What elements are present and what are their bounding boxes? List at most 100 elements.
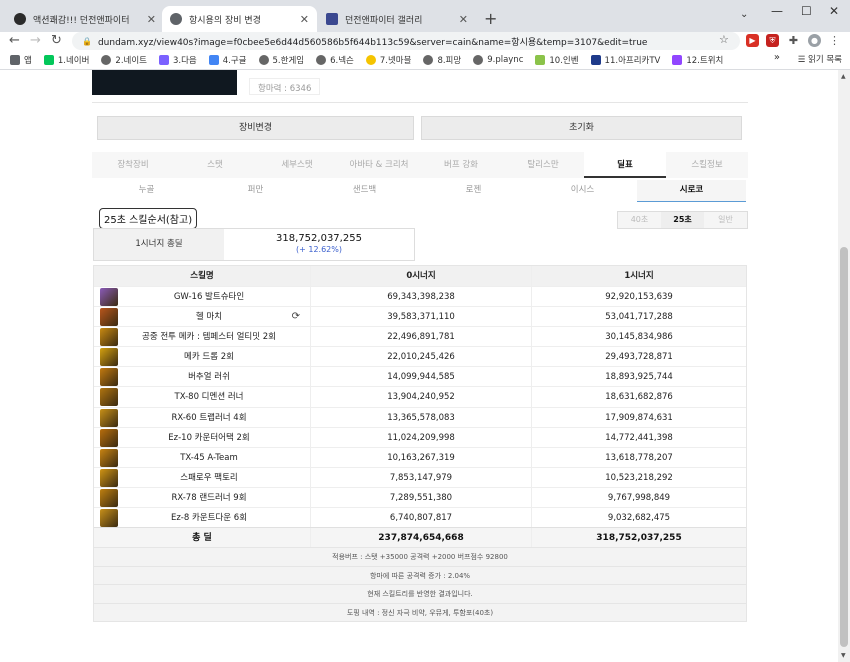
bookmarks-overflow-icon[interactable]: » [774, 52, 780, 63]
dungeon-tabs: 누골 퍼만 샌드백 로젠 이시스 시로코 [92, 180, 748, 202]
globe-icon [101, 54, 112, 65]
skill-name-cell: 공중 전투 메카 : 템페스터 얼티밋 2회 [94, 327, 310, 347]
tab-favicon-icon [14, 13, 26, 25]
skill-name-cell: RX-60 트랩러너 4회 [94, 408, 310, 427]
bookmark-item[interactable]: 6.넥슨 [316, 54, 354, 66]
bookmark-item[interactable]: 11.아프리카TV [590, 54, 660, 66]
bookmark-item[interactable]: 8.피망 [423, 54, 461, 66]
google-icon [208, 54, 219, 65]
tab-title: 던전앤파이터 갤러리 [345, 15, 423, 26]
synergy-0-cell: 6,740,807,817 [310, 508, 531, 528]
scroll-down-icon[interactable]: ▼ [841, 652, 846, 659]
time-option-40s[interactable]: 40초 [618, 212, 661, 228]
apps-icon [10, 54, 20, 65]
reading-list-button[interactable]: ☰ 읽기 목록 [798, 53, 842, 65]
browser-tab-2[interactable]: 항시용의 장비 변경 ✕ [162, 6, 317, 32]
browser-toolbar: ← → ↻ 🔒 dundam.xyz/view40s?image=f0cbee5… [0, 32, 850, 50]
table-row: Ez-8 카운트다운 6회 6,740,807,817 9,032,682,475 [94, 507, 746, 528]
skill-rotation-button[interactable]: 25초 스킬순서(참고) [99, 208, 198, 229]
synergy-1-cell: 53,041,717,288 [531, 307, 746, 327]
back-icon[interactable]: ← [9, 33, 20, 48]
skill-name: RX-78 랜드러너 9회 [171, 492, 247, 503]
new-tab-button[interactable]: + [484, 9, 497, 28]
bookmark-item[interactable]: 5.한게임 [258, 54, 304, 66]
tab-dungeon-isis[interactable]: 이시스 [528, 180, 637, 202]
tab-dungeon-rosen[interactable]: 로젠 [419, 180, 528, 202]
tab-favicon-icon [170, 13, 182, 25]
scroll-up-icon[interactable]: ▲ [841, 73, 846, 80]
bookmark-apps[interactable]: 앱 [10, 54, 32, 66]
bookmark-item[interactable]: 2.네이트 [101, 54, 147, 66]
tab-stats[interactable]: 스탯 [174, 152, 256, 178]
tab-buff-enhance[interactable]: 버프 강화 [420, 152, 502, 178]
lock-icon: 🔒 [82, 36, 92, 46]
reload-icon[interactable]: ↻ [51, 33, 62, 48]
refresh-icon[interactable]: ⟳ [292, 307, 300, 327]
scrollbar-thumb[interactable] [840, 247, 848, 647]
maximize-button[interactable]: ☐ [801, 4, 812, 18]
table-row: TX-80 디멘션 러너 13,904,240,952 18,631,682,876 [94, 386, 746, 407]
damage-table: 스킬명 0시너지 1시너지 GW-16 발트슈타인 69,343,398,238 9… [93, 265, 747, 623]
tab-favicon-icon [326, 13, 338, 25]
skill-name: 스패로우 팩토리 [180, 472, 238, 483]
tab-dungeon-nugol[interactable]: 누골 [92, 180, 201, 202]
puzzle-icon[interactable]: ✚ [787, 34, 800, 47]
close-icon[interactable]: ✕ [300, 13, 309, 26]
window-close-button[interactable]: ✕ [829, 4, 839, 18]
tab-dungeon-siroco[interactable]: 시로코 [637, 180, 746, 202]
skill-name: 메카 드롭 2회 [184, 352, 234, 363]
avatar[interactable]: ● [808, 34, 821, 47]
bookmark-item[interactable]: 10.인벤 [535, 54, 579, 66]
tab-skill-info[interactable]: 스킬정보 [666, 152, 748, 178]
synergy-1-cell: 13,618,778,207 [531, 447, 746, 467]
tab-dungeon-sandbag[interactable]: 샌드백 [310, 180, 419, 202]
synergy-1-cell: 17,909,874,631 [531, 407, 746, 427]
minimize-button[interactable]: — [771, 4, 783, 18]
synergy-total-value-cell: 318,752,037,255 (+ 12.62%) [224, 229, 414, 260]
synergy-0-cell: 13,904,240,952 [310, 387, 531, 407]
synergy-0-cell: 13,365,578,083 [310, 407, 531, 427]
globe-icon [316, 54, 327, 65]
extension-icon[interactable]: ▶ [746, 34, 759, 47]
forward-icon[interactable]: → [30, 33, 41, 48]
total-label: 총 딜 [192, 533, 212, 544]
total-synergy-1: 318,752,037,255 [531, 528, 746, 548]
bookmark-star-icon[interactable]: ☆ [719, 33, 729, 46]
tab-search-icon[interactable]: ⌄ [740, 9, 748, 20]
close-icon[interactable]: ✕ [147, 13, 156, 26]
bookmark-item[interactable]: 7.넷마블 [365, 54, 411, 66]
page-scrollbar[interactable]: ▲ ▼ [838, 70, 850, 662]
tab-damage-table[interactable]: 딜표 [584, 152, 666, 178]
tab-equipment[interactable]: 장착장비 [92, 152, 174, 178]
time-option-25s[interactable]: 25초 [661, 212, 704, 228]
bookmark-item[interactable]: 3.다음 [158, 54, 197, 66]
bookmark-item[interactable]: 12.트위치 [672, 54, 723, 66]
synergy-0-cell: 69,343,398,238 [310, 287, 531, 307]
tab-detail-stats[interactable]: 세부스탯 [256, 152, 338, 178]
time-option-normal[interactable]: 일반 [704, 212, 747, 228]
table-row: 메카 드롭 2회 22,010,245,426 29,493,728,871 [94, 346, 746, 367]
close-icon[interactable]: ✕ [459, 13, 468, 26]
skill-name: TX-45 A-Team [180, 452, 238, 463]
reset-button[interactable]: 초기화 [421, 116, 742, 140]
menu-kebab-icon[interactable]: ⋮ [828, 34, 841, 47]
skill-name: TX-80 디멘션 러너 [174, 392, 244, 403]
skill-icon [100, 468, 118, 487]
tab-dungeon-perman[interactable]: 퍼만 [201, 180, 310, 202]
skill-name-cell: TX-80 디멘션 러너 [94, 387, 310, 407]
bookmark-item[interactable]: 9.plaync [473, 54, 523, 65]
table-row: 스패로우 팩토리 7,853,147,979 10,523,218,292 [94, 466, 746, 487]
skill-name-cell: Ez-10 카운터어택 2회 [94, 428, 310, 447]
bookmark-item[interactable]: 1.네이버 [43, 54, 89, 66]
tab-talisman[interactable]: 탈리스만 [502, 152, 584, 178]
extension-icon[interactable]: ⛨ [766, 34, 779, 47]
skill-icon [100, 408, 118, 427]
bookmark-item[interactable]: 4.구글 [208, 54, 247, 66]
equip-change-button[interactable]: 장비변경 [97, 116, 414, 140]
antimagic-stat: 항마력 : 6346 [249, 78, 321, 95]
browser-tab-1[interactable]: 액션쾌감!!! 던전앤파이터 ✕ [6, 6, 164, 32]
browser-tab-3[interactable]: 던전앤파이터 갤러리 ✕ [318, 6, 476, 32]
synergy-1-cell: 30,145,834,986 [531, 327, 746, 347]
tab-avatar-creature[interactable]: 아바타 & 크리처 [338, 152, 420, 178]
address-bar[interactable]: 🔒 dundam.xyz/view40s?image=f0cbee5e6d44d… [72, 32, 740, 50]
